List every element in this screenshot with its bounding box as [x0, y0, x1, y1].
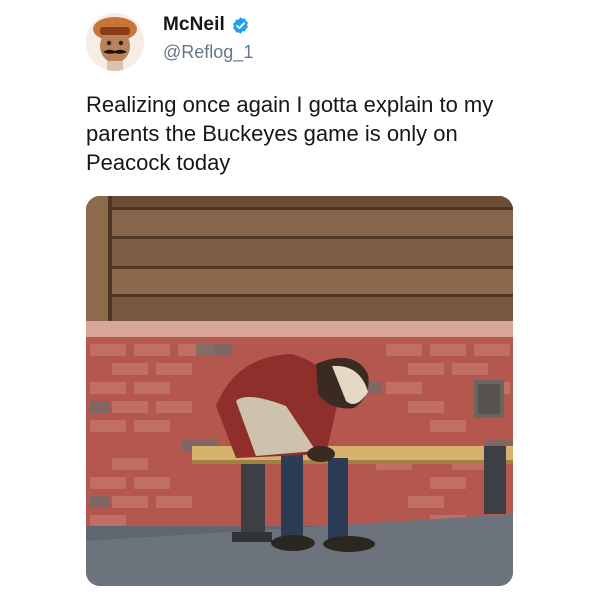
- tweet-photo[interactable]: [86, 196, 513, 586]
- display-name[interactable]: McNeil: [163, 14, 225, 36]
- avatar[interactable]: [86, 13, 144, 71]
- author-block: McNeil @Reflog_1: [163, 14, 253, 63]
- handle[interactable]: @Reflog_1: [163, 42, 253, 63]
- name-row: McNeil: [163, 14, 253, 36]
- cartoon-mustache-man-avatar-icon: [86, 13, 144, 71]
- man-head-down-on-bench-photo-icon: [86, 196, 513, 586]
- verified-badge-icon: [231, 16, 250, 35]
- tweet-text: Realizing once again I gotta explain to …: [86, 92, 494, 175]
- tweet-card: McNeil @Reflog_1 Realizing once again I …: [0, 0, 599, 599]
